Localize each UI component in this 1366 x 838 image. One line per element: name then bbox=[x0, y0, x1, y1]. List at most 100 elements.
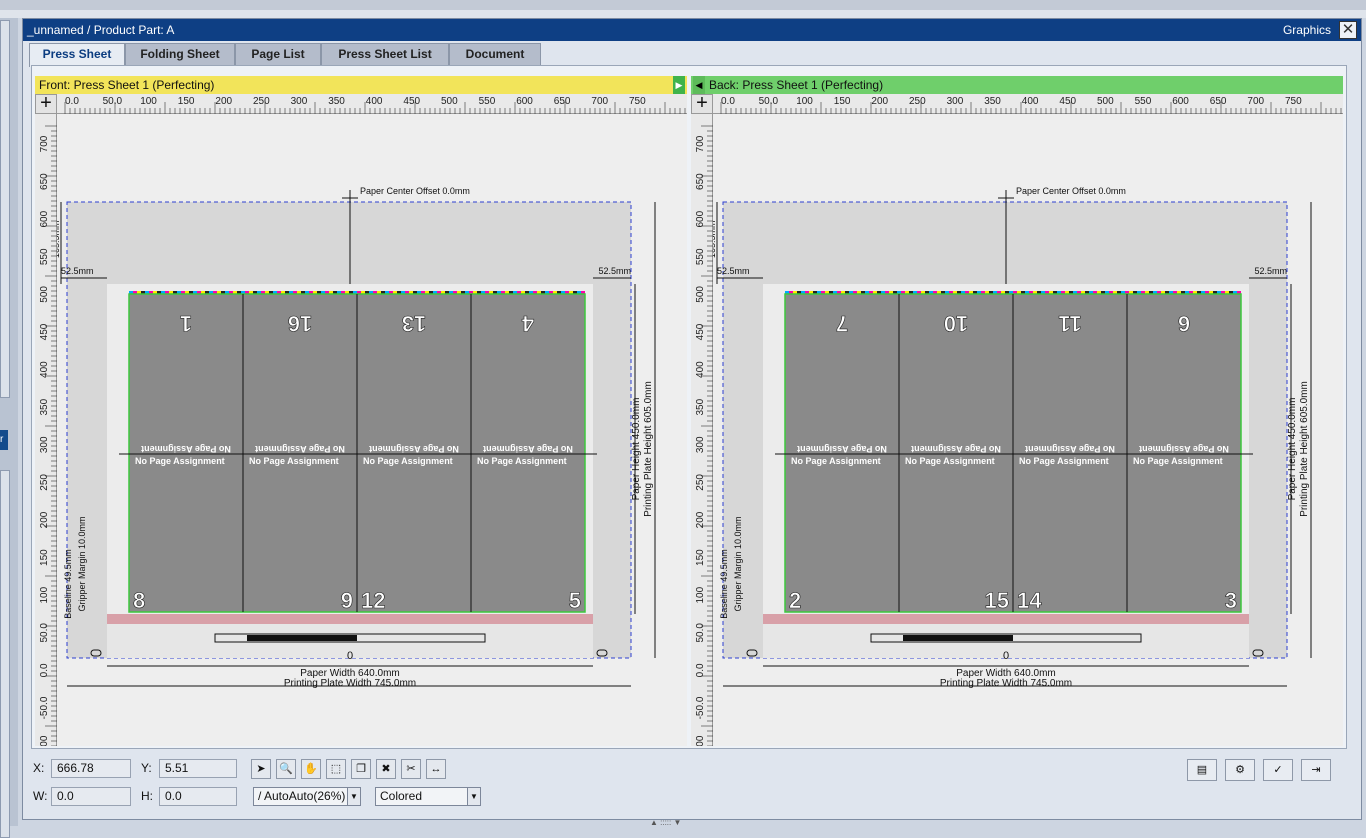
right-button-group: ▤ ⚙ ✓ ⇥ bbox=[1187, 759, 1347, 783]
ruler-tick-label: 600 bbox=[1172, 96, 1189, 107]
width-field[interactable]: 0.0 bbox=[51, 787, 131, 806]
zoom-select[interactable]: / AutoAuto(26%) ▼ bbox=[253, 787, 361, 806]
color-mode-select[interactable]: Colored ▼ bbox=[375, 787, 481, 806]
tab-folding-sheet[interactable]: Folding Sheet bbox=[125, 43, 235, 65]
color-mode-value: Colored bbox=[380, 789, 423, 803]
front-sheet-canvas[interactable]: 1 No Page Assignment No Page Assignment 8 16… bbox=[57, 114, 687, 746]
chevron-down-icon[interactable]: ▼ bbox=[467, 788, 480, 805]
ruler-tick-label: 100 bbox=[695, 586, 706, 603]
panel-name: Graphics bbox=[1282, 23, 1331, 37]
gripper-margin-label: Gripper Margin 10.0mm bbox=[77, 516, 87, 611]
hand-icon[interactable]: ✋ bbox=[301, 759, 321, 779]
ruler-tick-label: 600 bbox=[39, 210, 50, 227]
ruler-tick-label: 600 bbox=[695, 210, 706, 227]
ruler-tick-label: 0.0 bbox=[39, 663, 50, 677]
tab-press-sheet[interactable]: Press Sheet bbox=[29, 43, 125, 67]
page-number-bottom: 5 bbox=[569, 588, 581, 613]
ruler-tick-label: 550 bbox=[39, 248, 50, 265]
ruler-tick-label: 700 bbox=[39, 135, 50, 152]
tab-document[interactable]: Document bbox=[449, 43, 541, 65]
back-ruler-origin-icon[interactable]: + bbox=[691, 93, 713, 114]
y-coordinate-field[interactable]: 5.51 bbox=[159, 759, 237, 778]
width-icon[interactable]: ↔ bbox=[426, 759, 446, 779]
ruler-tick-label: 150 bbox=[695, 549, 706, 566]
tool-row: ➤ 🔍 ✋ ⬚ ❐ ✖ ✂ ↔ bbox=[251, 759, 451, 781]
ruler-tick-label: 350 bbox=[984, 96, 1001, 107]
ruler-tick-label: 400 bbox=[39, 361, 50, 378]
left-margin-label: 52.5mm bbox=[61, 266, 94, 276]
pointer-icon[interactable]: ➤ bbox=[251, 759, 271, 779]
paper-center-offset-label: Paper Center Offset 0.0mm bbox=[1016, 186, 1126, 196]
back-horizontal-ruler: 0.0 50.0 100 150 200 250 300 350 400 450 500 550 600… bbox=[713, 94, 1347, 114]
copy-icon[interactable]: ❐ bbox=[351, 759, 371, 779]
front-ruler-origin-icon[interactable]: + bbox=[35, 93, 57, 114]
press-sheet-content: Front: Press Sheet 1 (Perfecting) ▶ +0.0 50… bbox=[31, 65, 1347, 756]
sheet-view-icon[interactable]: ▤ bbox=[1187, 759, 1217, 781]
no-page-assignment-label: No Page Assignment bbox=[905, 456, 995, 466]
close-button[interactable]: ✕ bbox=[1339, 21, 1357, 39]
page-number-bottom: 3 bbox=[1225, 588, 1237, 613]
settings-icon[interactable]: ⚙ bbox=[1225, 759, 1255, 781]
left-pane-upper bbox=[0, 20, 10, 398]
ruler-tick-label: 300 bbox=[291, 96, 308, 107]
ruler-tick-label: 650 bbox=[554, 96, 571, 107]
ruler-tick-label: 450 bbox=[403, 96, 420, 107]
page-number-bottom: 9 bbox=[341, 588, 353, 613]
ruler-tick-label: -50.0 bbox=[39, 696, 50, 719]
ruler-tick-label: 450 bbox=[1059, 96, 1076, 107]
no-page-assignment-label: No Page Assignment bbox=[483, 444, 573, 454]
chevron-down-icon[interactable]: ▼ bbox=[347, 788, 360, 805]
page-number-top: 7 bbox=[836, 311, 848, 336]
cross-icon[interactable]: ✖ bbox=[376, 759, 396, 779]
height-field[interactable]: 0.0 bbox=[159, 787, 237, 806]
left-pane-lower bbox=[0, 470, 10, 838]
ruler-tick-label: 100 bbox=[140, 96, 157, 107]
ruler-tick-label: 550 bbox=[1135, 96, 1152, 107]
check-icon[interactable]: ✓ bbox=[1263, 759, 1293, 781]
graphics-panel: _unnamed / Product Part: A Graphics ✕ Pr… bbox=[22, 18, 1362, 820]
delete-icon[interactable]: ✂ bbox=[401, 759, 421, 779]
ruler-tick-label: 100 bbox=[39, 586, 50, 603]
ruler-tick-label: 650 bbox=[695, 173, 706, 190]
top-strip bbox=[0, 0, 1366, 10]
ruler-tick-label: 750 bbox=[1285, 96, 1302, 107]
ruler-tick-label: 250 bbox=[909, 96, 926, 107]
ruler-tick-label: 200 bbox=[695, 511, 706, 528]
left-collapsed-pane[interactable]: r bbox=[0, 18, 18, 838]
ruler-tick-label: 700 bbox=[591, 96, 608, 107]
ruler-tick-label: 650 bbox=[1210, 96, 1227, 107]
left-pane-tab[interactable]: r bbox=[0, 430, 8, 450]
plate-width-label: Printing Plate Width 745.0mm bbox=[940, 678, 1072, 689]
export-icon[interactable]: ⇥ bbox=[1301, 759, 1331, 781]
magnifier-icon[interactable]: 🔍 bbox=[276, 759, 296, 779]
back-vertical-ruler: 700 650 600 550 500 450 400 350 300 250 200 150 100 5… bbox=[691, 114, 713, 756]
tab-page-list[interactable]: Page List bbox=[235, 43, 321, 65]
control-strip-bar bbox=[903, 635, 1013, 641]
no-page-assignment-label: No Page Assignment bbox=[1025, 444, 1115, 454]
ruler-tick-label: 350 bbox=[328, 96, 345, 107]
baseline-label: Baseline 49.5mm bbox=[719, 549, 729, 619]
top-margin-label: 105.5mm bbox=[713, 220, 717, 258]
ruler-tick-label: 700 bbox=[695, 135, 706, 152]
tab-press-sheet-list[interactable]: Press Sheet List bbox=[321, 43, 449, 65]
page-number-top: 16 bbox=[288, 311, 312, 336]
center-mark: 0 bbox=[1003, 650, 1009, 662]
ruler-tick-label: 750 bbox=[629, 96, 646, 107]
ruler-tick-label: 700 bbox=[1247, 96, 1264, 107]
ruler-tick-label: 500 bbox=[39, 286, 50, 303]
ruler-tick-label: 50.0 bbox=[39, 623, 50, 643]
page-number-top: 1 bbox=[180, 311, 192, 336]
ruler-tick-label: 450 bbox=[39, 323, 50, 340]
plate-height-label: Printing Plate Height 605.0mm bbox=[1299, 381, 1310, 517]
front-header-label: Front: Press Sheet 1 (Perfecting) bbox=[39, 78, 215, 92]
ruler-tick-label: 300 bbox=[39, 436, 50, 453]
collapse-right-icon[interactable]: ▶ bbox=[673, 76, 685, 94]
crop-icon[interactable]: ⬚ bbox=[326, 759, 346, 779]
x-coordinate-field[interactable]: 666.78 bbox=[51, 759, 131, 778]
page-number-top: 6 bbox=[1178, 311, 1190, 336]
bottom-splitter[interactable]: ▲ ::::: ▼ bbox=[650, 818, 720, 827]
back-sheet-canvas[interactable]: 7 No Page Assignment No Page Assignment 2 10… bbox=[713, 114, 1343, 746]
window-title: _unnamed / Product Part: A bbox=[27, 23, 175, 37]
ruler-tick-label: 250 bbox=[39, 474, 50, 491]
x-label: X: bbox=[33, 761, 45, 775]
